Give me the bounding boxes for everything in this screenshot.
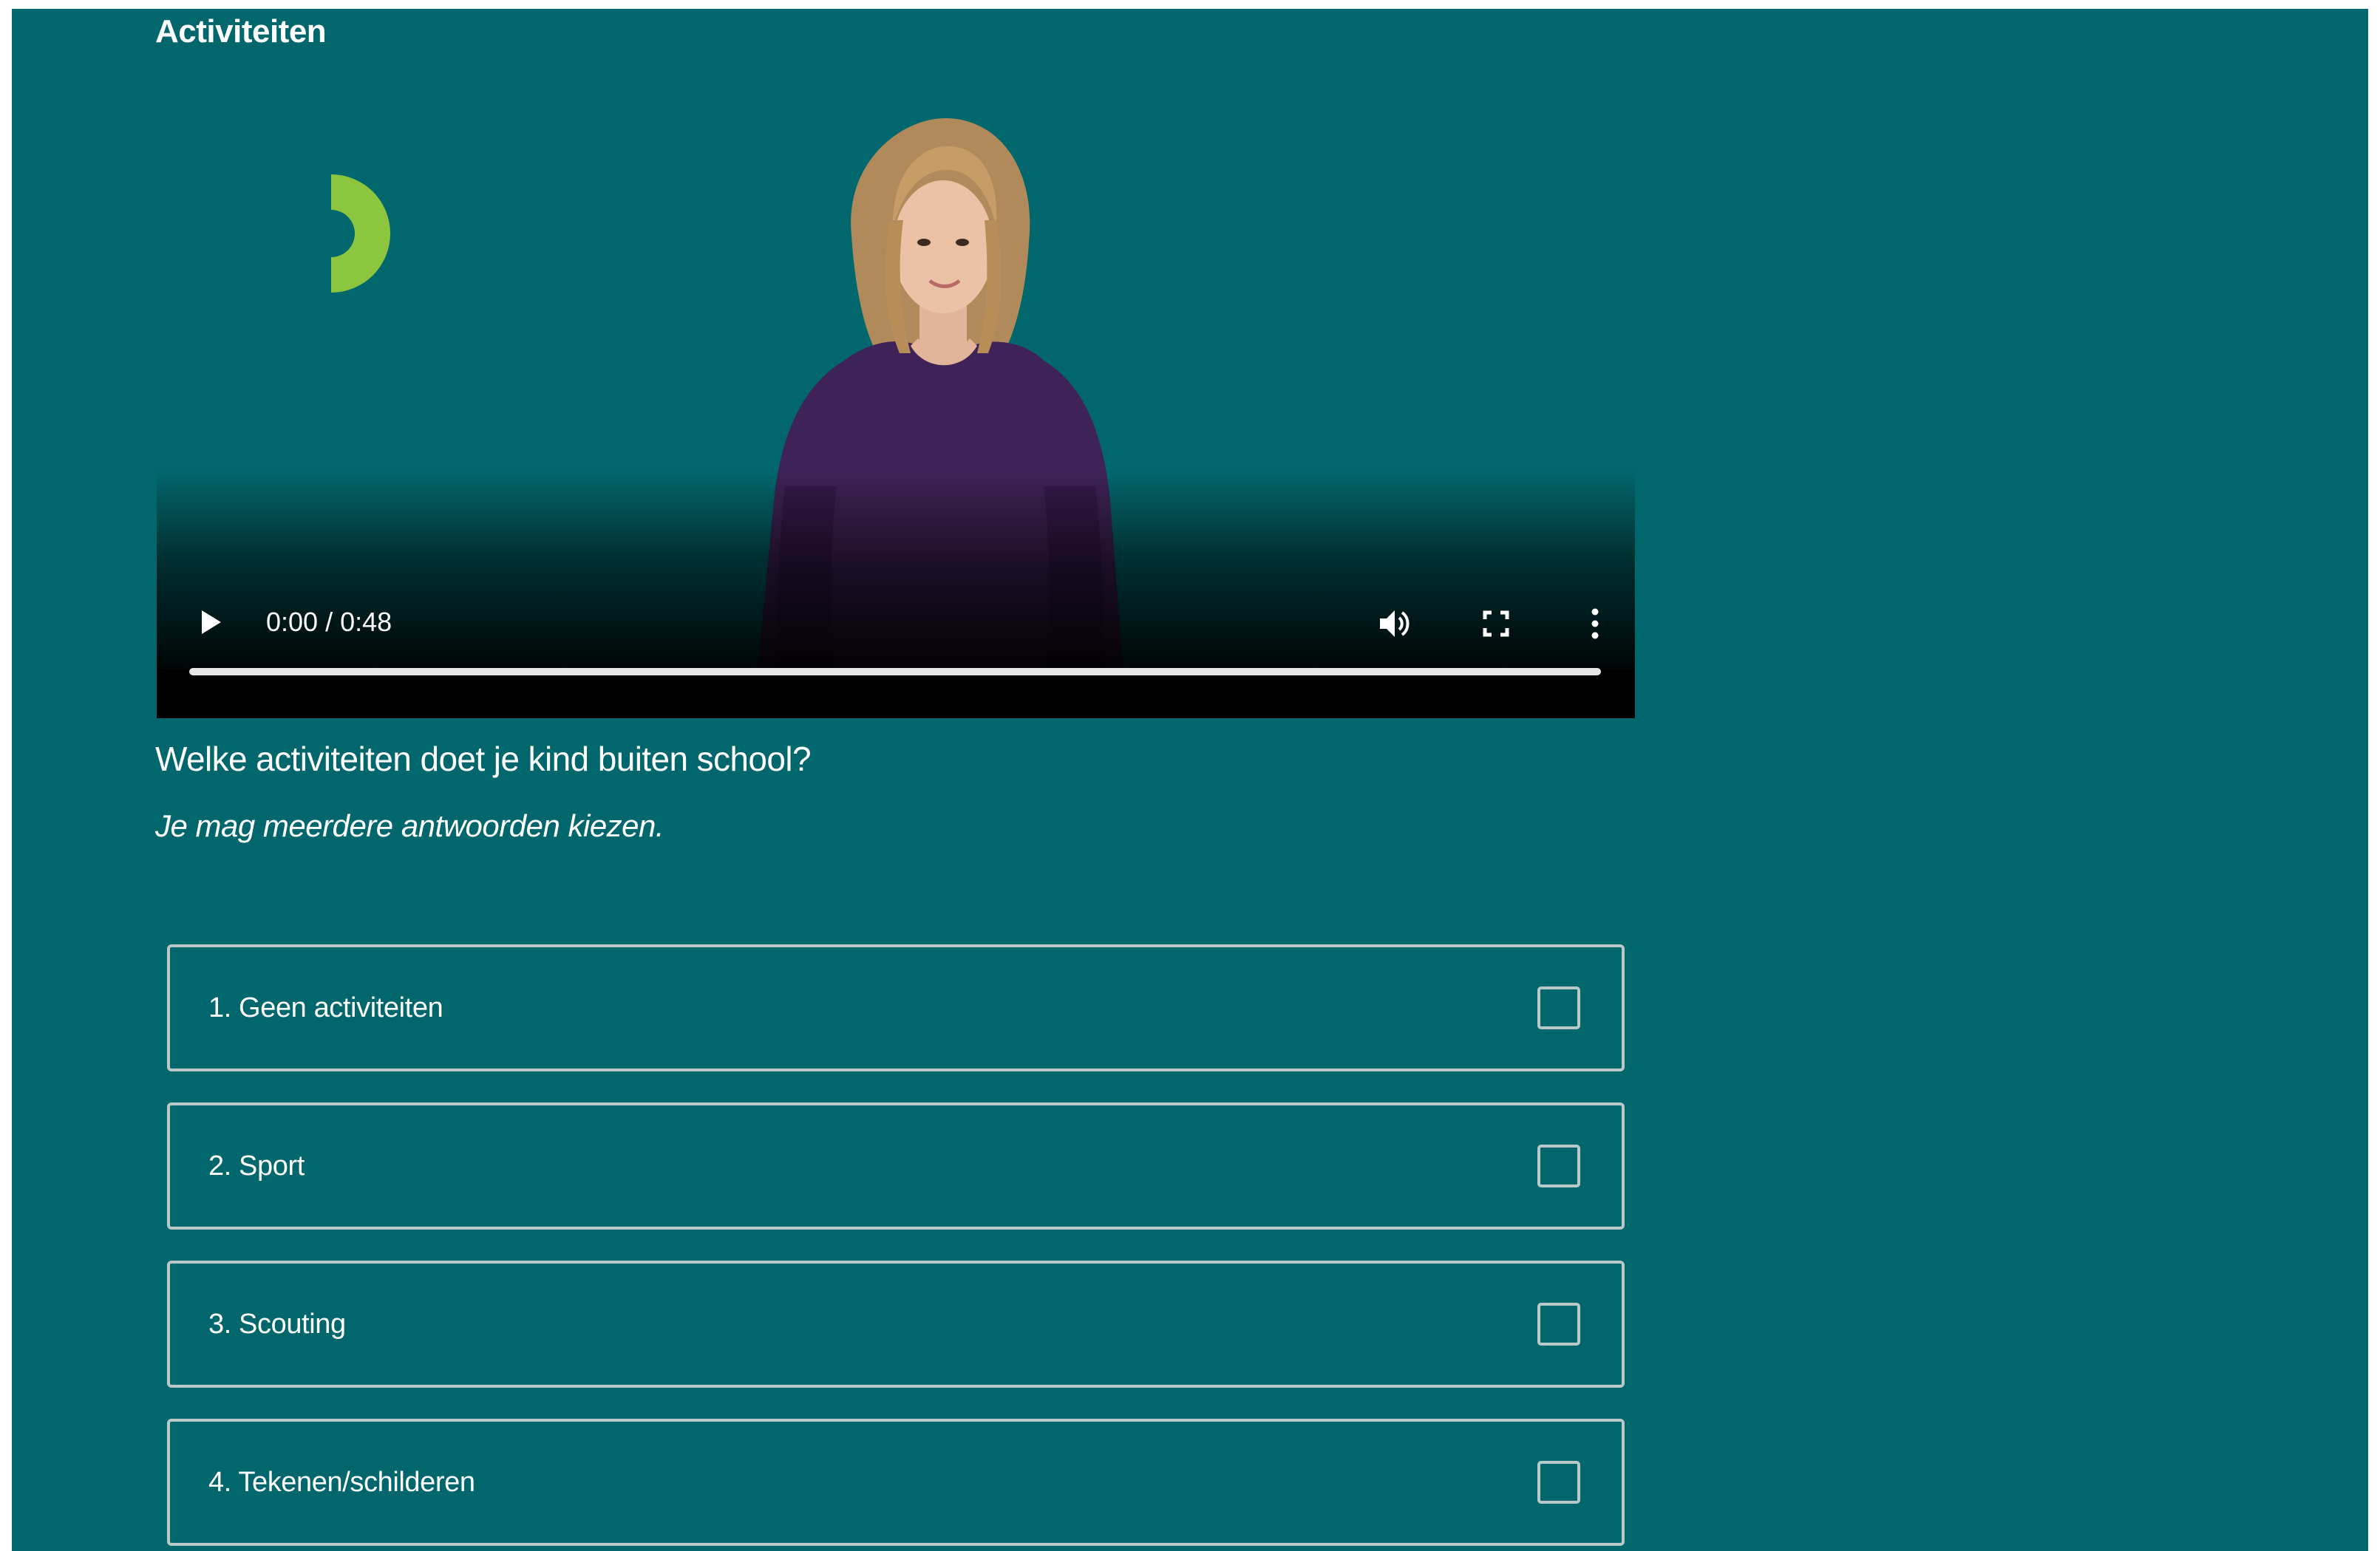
video-letterbox xyxy=(157,669,1635,718)
option-label: 4. Tekenen/schilderen xyxy=(208,1467,475,1498)
more-options-button[interactable] xyxy=(1576,604,1614,643)
video-player[interactable]: 0:00 / 0:48 xyxy=(157,98,1635,718)
fullscreen-icon xyxy=(1483,610,1509,637)
section-title: Activiteiten xyxy=(155,13,327,50)
question-text: Welke activiteiten doet je kind buiten s… xyxy=(155,740,812,778)
progress-bar[interactable] xyxy=(189,668,1601,675)
play-icon xyxy=(202,610,221,634)
time-display: 0:00 / 0:48 xyxy=(266,607,392,637)
option-sport[interactable]: 2. Sport xyxy=(167,1102,1625,1230)
logo-mark xyxy=(331,174,390,293)
option-tekenen-schilderen[interactable]: 4. Tekenen/schilderen xyxy=(167,1419,1625,1546)
option-scouting[interactable]: 3. Scouting xyxy=(167,1261,1625,1388)
option-geen-activiteiten[interactable]: 1. Geen activiteiten xyxy=(167,944,1625,1071)
checkbox[interactable] xyxy=(1537,1303,1580,1346)
checkbox[interactable] xyxy=(1537,986,1580,1029)
option-label: 1. Geen activiteiten xyxy=(208,992,443,1023)
play-button[interactable] xyxy=(194,604,229,640)
volume-button[interactable] xyxy=(1376,604,1415,643)
more-options-icon xyxy=(1591,608,1599,639)
survey-page: Activiteiten 0:00 / 0:48 Welke activitei… xyxy=(12,9,2368,1551)
fullscreen-button[interactable] xyxy=(1477,604,1515,643)
option-label: 3. Scouting xyxy=(208,1309,346,1340)
option-label: 2. Sport xyxy=(208,1151,305,1182)
checkbox[interactable] xyxy=(1537,1145,1580,1187)
question-hint: Je mag meerdere antwoorden kiezen. xyxy=(155,808,664,843)
checkbox[interactable] xyxy=(1537,1461,1580,1504)
answer-options: 1. Geen activiteiten 2. Sport 3. Scoutin… xyxy=(167,944,1625,1551)
volume-icon xyxy=(1380,610,1410,637)
